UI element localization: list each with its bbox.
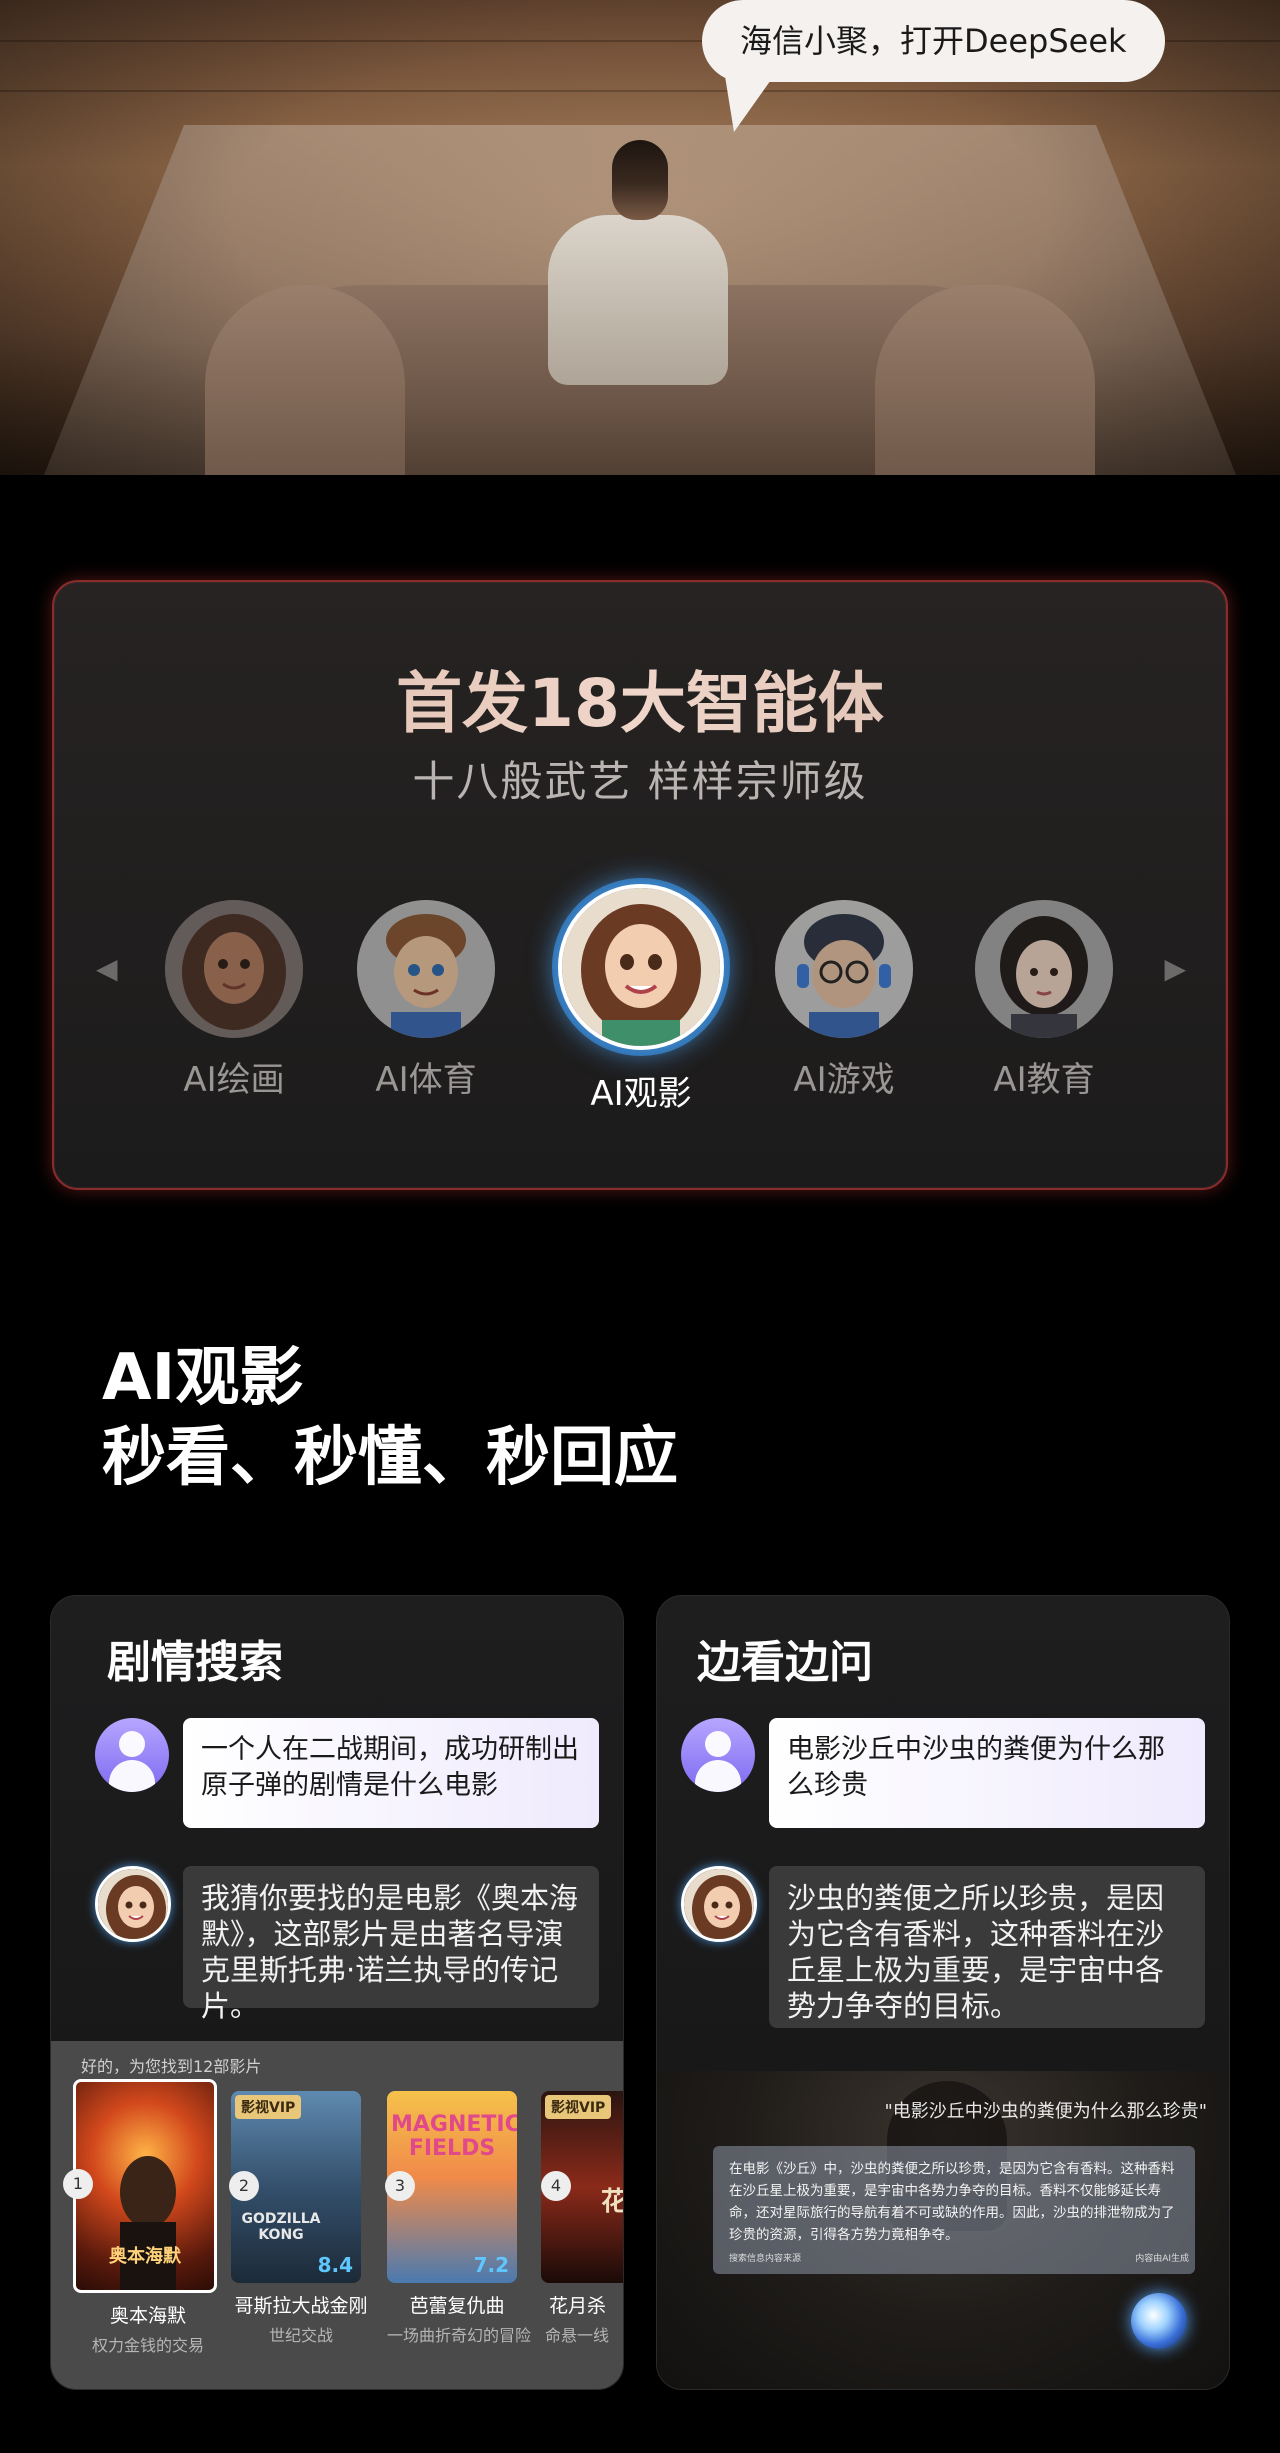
user-question: 一个人在二战期间，成功研制出原子弹的剧情是什么电影 (183, 1718, 599, 1828)
person-figure (548, 215, 728, 385)
movie-card[interactable]: 奥本海默 1 奥本海默 权力金钱的交易 (63, 2079, 223, 2356)
agent-label: AI观影 (590, 1074, 692, 1114)
poster-title: MAGNETIC FIELDS (391, 2112, 517, 2161)
assistant-answer: 我猜你要找的是电影《奥本海默》，这部影片是由著名导演克里斯托弗·诺兰执导的传记片… (183, 1866, 599, 2023)
agent-avatar (558, 884, 724, 1050)
search-results: 好的，为您找到12部影片 奥本海默 1 奥本海默 权力金钱的交易 影视VIP G… (51, 2041, 623, 2389)
user-question: 电影沙丘中沙虫的粪便为什么那么珍贵 (769, 1718, 1205, 1828)
poster-title: 奥本海默 (109, 2246, 181, 2267)
video-voice-query: "电影沙丘中沙虫的粪便为什么那么珍贵" (884, 2101, 1207, 2122)
voice-command-bubble: 海信小聚，打开DeepSeek (702, 0, 1165, 82)
agent-avatar (775, 900, 913, 1038)
assistant-answer: 沙虫的粪便之所以珍贵，是因为它含有香料，这种香料在沙丘星上极为重要，是宇宙中各势… (769, 1866, 1205, 2028)
agent-ai-sports[interactable]: AI体育 (346, 900, 506, 1101)
assistant-message: 我猜你要找的是电影《奥本海默》，这部影片是由著名导演克里斯托弗·诺兰执导的传记片… (95, 1866, 599, 2023)
card-title: 剧情搜索 (107, 1637, 283, 1688)
agent-ai-painting[interactable]: AI绘画 (154, 900, 314, 1101)
movie-name: 奥本海默 (109, 2305, 186, 2327)
agent-label: AI教育 (993, 1060, 1095, 1100)
movie-desc: 权力金钱的交易 (91, 2336, 204, 2355)
section-tagline: 秒看、秒懂、秒回应 (102, 1421, 678, 1495)
assistant-avatar (95, 1866, 171, 1942)
movie-card[interactable]: 影视VIP GODZILLA KONG 8.4 2 哥斯拉大战金刚 世纪交战 (229, 2091, 371, 2346)
next-arrow-icon[interactable]: ▶ (1164, 952, 1186, 985)
agent-label: AI绘画 (183, 1060, 285, 1100)
ai-generated-tag: 内容由AI生成 (1135, 2254, 1189, 2264)
poster-title: GODZILLA KONG (241, 2211, 321, 2243)
agent-ai-game[interactable]: AI游戏 (764, 900, 924, 1101)
assistant-avatar (681, 1866, 757, 1942)
assistant-message: 沙虫的粪便之所以珍贵，是因为它含有香料，这种香料在沙丘星上极为重要，是宇宙中各势… (681, 1866, 1205, 2036)
prev-arrow-icon[interactable]: ◀ (96, 952, 118, 985)
user-message: 一个人在二战期间，成功研制出原子弹的剧情是什么电影 (95, 1718, 599, 1846)
section-title: AI观影 (102, 1341, 304, 1415)
agent-avatar (357, 900, 495, 1038)
card-title: 边看边问 (697, 1637, 873, 1688)
movie-name: 花月杀 (549, 2295, 607, 2317)
poster-title: 花 (601, 2181, 623, 2218)
person-head (612, 140, 668, 220)
agent-ai-movie[interactable]: AI观影 (558, 884, 724, 1115)
user-avatar-icon (95, 1718, 169, 1792)
agents-panel: 首发18大智能体 十八般武艺 样样宗师级 ◀ ▶ AI绘画 AI体育 AI观影 … (52, 580, 1228, 1190)
agent-avatar (165, 900, 303, 1038)
rank-badge: 4 (541, 2171, 571, 2201)
movie-score: 7.2 (473, 2253, 509, 2277)
movie-name: 芭蕾复仇曲 (409, 2295, 505, 2317)
ai-assistant-orb-icon[interactable] (1131, 2293, 1187, 2349)
vip-badge: 影视VIP (235, 2095, 302, 2119)
user-message: 电影沙丘中沙虫的粪便为什么那么珍贵 (681, 1718, 1205, 1846)
agent-label: AI游戏 (793, 1060, 895, 1100)
results-hint: 好的，为您找到12部影片 (81, 2057, 262, 2076)
section-heading: AI观影 秒看、秒懂、秒回应 (102, 1338, 678, 1498)
user-avatar-icon (681, 1718, 755, 1792)
rank-badge: 1 (63, 2169, 93, 2199)
rank-badge: 2 (229, 2171, 259, 2201)
video-answer-overlay: 在电影《沙丘》中，沙虫的粪便之所以珍贵，是因为它含有香料。这种香料在沙丘星上极为… (713, 2146, 1195, 2274)
video-answer-source: 搜索信息内容来源 (729, 2254, 802, 2264)
movie-card[interactable]: 影视VIP 花 4 花月杀 命悬一线 (541, 2091, 623, 2346)
sofa-arm-right (875, 285, 1095, 475)
movie-desc: 一场曲折奇幻的冒险 (387, 2326, 532, 2345)
video-preview[interactable]: "电影沙丘中沙虫的粪便为什么那么珍贵" 在电影《沙丘》中，沙虫的粪便之所以珍贵，… (657, 2071, 1229, 2389)
agent-label: AI体育 (375, 1060, 477, 1100)
movie-card[interactable]: MAGNETIC FIELDS 7.2 3 芭蕾复仇曲 一场曲折奇幻的冒险 (385, 2091, 532, 2346)
agent-avatar (975, 900, 1113, 1038)
watch-and-ask-card: 边看边问 电影沙丘中沙虫的粪便为什么那么珍贵 沙虫的粪便之所以珍贵，是因为它含有… (656, 1595, 1230, 2390)
plot-search-card: 剧情搜索 一个人在二战期间，成功研制出原子弹的剧情是什么电影 我猜你要找的是电影… (50, 1595, 624, 2390)
hero-banner: 海信小聚，打开DeepSeek (0, 0, 1280, 475)
agents-title: 首发18大智能体 (54, 650, 1226, 746)
agents-subtitle: 十八般武艺 样样宗师级 (412, 757, 868, 806)
rank-badge: 3 (385, 2171, 415, 2201)
movie-desc: 世纪交战 (268, 2326, 333, 2345)
movie-desc: 命悬一线 (545, 2326, 610, 2345)
movie-score: 8.4 (317, 2253, 353, 2277)
sofa-arm-left (205, 285, 405, 475)
agent-ai-education[interactable]: AI教育 (964, 900, 1124, 1101)
vip-badge: 影视VIP (545, 2095, 612, 2119)
movie-name: 哥斯拉大战金刚 (234, 2295, 368, 2317)
movie-poster: 奥本海默 (73, 2079, 217, 2293)
video-answer-text: 在电影《沙丘》中，沙虫的粪便之所以珍贵，是因为它含有香料。这种香料在沙丘星上极为… (729, 2161, 1175, 2243)
